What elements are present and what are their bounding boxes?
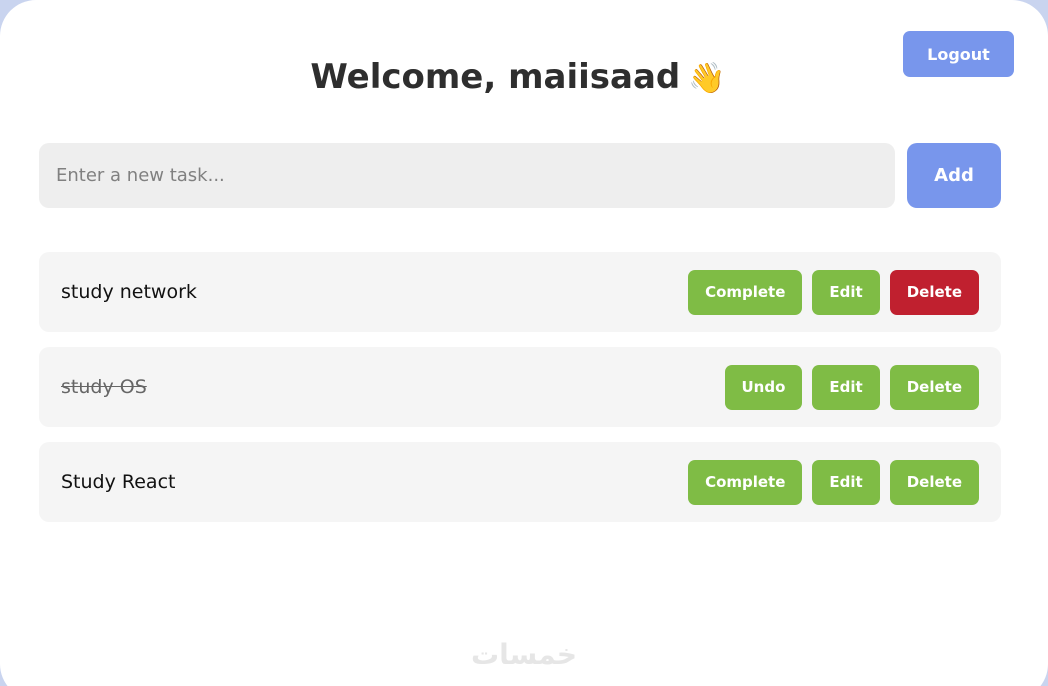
undo-button[interactable]: Undo [724, 364, 803, 410]
edit-button[interactable]: Edit [812, 459, 880, 505]
new-task-input[interactable] [39, 143, 895, 208]
edit-button[interactable]: Edit [812, 269, 880, 315]
complete-button[interactable]: Complete [688, 269, 803, 315]
delete-button[interactable]: Delete [889, 459, 979, 505]
task-list: study network Complete Edit Delete study… [39, 252, 1001, 537]
add-task-button[interactable]: Add [907, 143, 1001, 208]
task-item: Study React Complete Edit Delete [39, 442, 1001, 522]
task-actions: Complete Edit Delete [688, 269, 979, 315]
task-item: study network Complete Edit Delete [39, 252, 1001, 332]
welcome-text: Welcome, maiisaad [310, 57, 681, 97]
waving-hand-icon: 👋 [688, 61, 726, 96]
task-text-completed: study OS [61, 376, 147, 398]
delete-button[interactable]: Delete [889, 364, 979, 410]
app-card: Logout Welcome, maiisaad👋 Add study netw… [0, 0, 1048, 686]
task-actions: Undo Edit Delete [724, 364, 979, 410]
complete-button[interactable]: Complete [688, 459, 803, 505]
edit-button[interactable]: Edit [812, 364, 880, 410]
task-text: study network [61, 281, 197, 303]
watermark-logo: خمسات [470, 638, 578, 671]
page-title: Welcome, maiisaad 👋 [0, 52, 1036, 104]
delete-button[interactable]: Delete [889, 269, 979, 315]
task-item: study OS Undo Edit Delete [39, 347, 1001, 427]
task-actions: Complete Edit Delete [688, 459, 979, 505]
task-text: Study React [61, 471, 176, 493]
